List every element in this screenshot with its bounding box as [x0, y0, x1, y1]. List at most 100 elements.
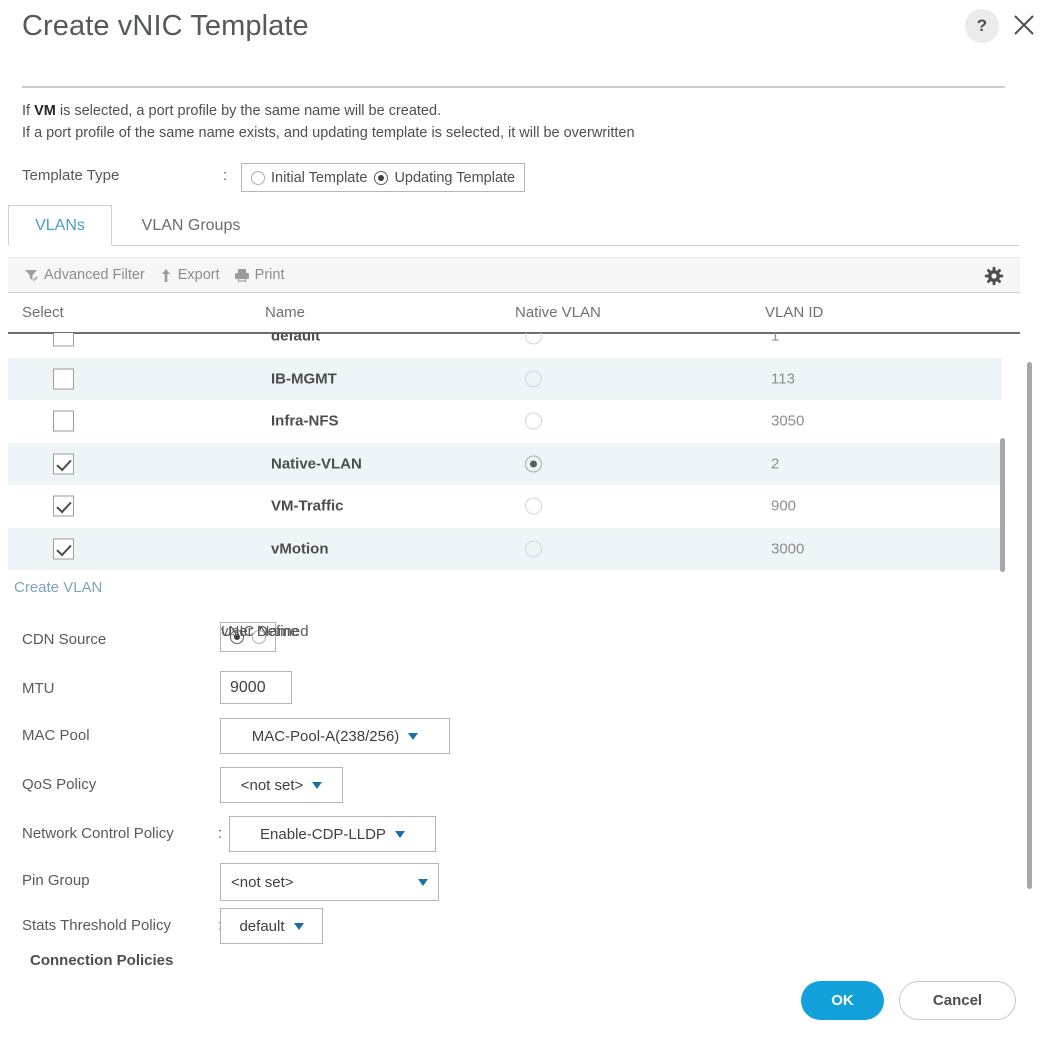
export-button[interactable]: Export [159, 267, 220, 283]
network-control-policy-label: Network Control Policy [22, 825, 174, 842]
table-scrollbar[interactable] [1000, 438, 1005, 572]
info-line-1-bold: VM [34, 103, 56, 119]
info-text: If VM is selected, a port profile by the… [22, 100, 1012, 144]
row-checkbox[interactable] [53, 368, 74, 390]
row-native-radio[interactable] [525, 455, 542, 473]
advanced-filter-button[interactable]: Advanced Filter [24, 267, 145, 283]
tab-vlans[interactable]: VLANs [8, 205, 112, 246]
dialog-scrollbar[interactable] [1027, 362, 1032, 889]
radio-initial-template-label: Initial Template [271, 169, 368, 186]
page-title: Create vNIC Template [22, 10, 309, 42]
qos-policy-dropdown[interactable]: <not set> [220, 767, 343, 803]
mac-pool-label: MAC Pool [22, 727, 90, 744]
row-name: IB-MGMT [271, 370, 337, 388]
template-type-label: Template Type [22, 167, 120, 184]
radio-user-defined-label: User Defined [221, 623, 309, 640]
table-row[interactable]: Native-VLAN 2 [8, 442, 1002, 485]
close-button[interactable] [1009, 10, 1039, 40]
column-header-vlan-id[interactable]: VLAN ID [765, 304, 823, 321]
row-native-cell [525, 370, 542, 388]
ok-button[interactable]: OK [801, 981, 884, 1020]
cancel-button[interactable]: Cancel [899, 981, 1016, 1020]
row-select-cell [53, 495, 74, 517]
row-name: default [271, 333, 321, 345]
row-checkbox[interactable] [53, 333, 74, 347]
row-checkbox[interactable] [53, 453, 74, 475]
row-native-radio[interactable] [525, 540, 542, 558]
radio-initial-template-icon [251, 170, 265, 185]
row-select-cell [53, 333, 74, 347]
row-checkbox[interactable] [53, 495, 74, 517]
row-select-cell [53, 368, 74, 390]
row-vlan-id: 2 [771, 455, 780, 473]
pin-group-label: Pin Group [22, 872, 90, 889]
chevron-down-icon [394, 830, 405, 838]
row-native-cell [525, 333, 542, 345]
chevron-down-icon [418, 878, 428, 886]
column-header-native-vlan[interactable]: Native VLAN [515, 304, 601, 321]
mac-pool-dropdown[interactable]: MAC-Pool-A(238/256) [220, 718, 450, 754]
help-button[interactable]: ? [965, 9, 999, 43]
row-native-cell [525, 497, 542, 515]
column-header-select[interactable]: Select [22, 304, 64, 321]
vlan-table: default 1 IB-MGMT 113 Infra-NFS 3050 Nat… [8, 333, 1020, 572]
row-name: vMotion [271, 540, 329, 558]
info-line-1-suffix: is selected, a port profile by the same … [55, 103, 442, 119]
row-checkbox[interactable] [53, 538, 74, 560]
row-name: VM-Traffic [271, 497, 344, 515]
column-header-name[interactable]: Name [265, 304, 305, 321]
radio-initial-template[interactable]: Initial Template [251, 170, 367, 186]
connection-policies-label: Connection Policies [30, 952, 174, 969]
info-line-2: If a port profile of the same name exist… [22, 125, 635, 141]
advanced-filter-label: Advanced Filter [44, 267, 145, 283]
template-type-colon: : [223, 167, 228, 184]
export-icon [161, 268, 170, 282]
row-select-cell [53, 410, 74, 432]
cdn-source-label: CDN Source [22, 631, 107, 648]
row-vlan-id: 113 [771, 370, 795, 388]
print-label: Print [254, 267, 285, 283]
network-control-policy-dropdown[interactable]: Enable-CDP-LLDP [229, 816, 436, 852]
network-control-policy-value: Enable-CDP-LLDP [260, 825, 386, 843]
print-button[interactable]: Print [234, 267, 285, 283]
radio-updating-template[interactable]: Updating Template [374, 170, 515, 186]
row-native-radio[interactable] [525, 497, 542, 515]
tab-vlan-groups[interactable]: VLAN Groups [126, 205, 256, 246]
mac-pool-value: MAC-Pool-A(238/256) [251, 727, 400, 745]
table-row[interactable]: default 1 [8, 333, 1002, 358]
row-vlan-id: 3050 [771, 412, 805, 430]
qos-policy-value: <not set> [240, 776, 304, 794]
row-native-cell [525, 540, 542, 558]
pin-group-dropdown[interactable]: <not set> [220, 863, 439, 901]
pin-group-value: <not set> [231, 873, 294, 891]
header-divider [22, 86, 1005, 88]
row-vlan-id: 1 [771, 333, 780, 345]
row-native-radio[interactable] [525, 370, 542, 388]
row-native-cell [525, 412, 542, 430]
export-label: Export [177, 267, 220, 283]
radio-user-defined[interactable]: User Defined [221, 623, 309, 644]
table-row[interactable]: Infra-NFS 3050 [8, 400, 1002, 443]
table-row[interactable]: IB-MGMT 113 [8, 357, 1002, 400]
dialog-header: Create vNIC Template ? [0, 0, 1051, 72]
cdn-source-radio-group: vNIC Name User Defined [220, 622, 309, 652]
row-checkbox[interactable] [53, 410, 74, 432]
row-native-cell [525, 455, 542, 473]
table-header: Select Name Native VLAN VLAN ID [8, 292, 1020, 334]
row-select-cell [53, 538, 74, 560]
row-select-cell [53, 453, 74, 475]
stats-threshold-policy-dropdown[interactable]: default [220, 908, 323, 944]
table-row[interactable]: VM-Traffic 900 [8, 485, 1002, 528]
table-toolbar: Advanced Filter Export Print [8, 257, 1020, 292]
filter-icon [25, 269, 38, 281]
create-vlan-link[interactable]: Create VLAN [14, 579, 102, 596]
tab-bar: VLANs VLAN Groups [8, 205, 1020, 246]
table-settings-button[interactable] [984, 266, 1004, 286]
row-native-radio[interactable] [525, 412, 542, 430]
row-native-radio[interactable] [525, 333, 542, 345]
radio-updating-template-label: Updating Template [394, 169, 516, 186]
printer-icon [234, 268, 249, 282]
table-row[interactable]: vMotion 3000 [8, 527, 1002, 570]
mtu-input[interactable]: 9000 [220, 671, 292, 704]
close-icon [1014, 15, 1034, 35]
